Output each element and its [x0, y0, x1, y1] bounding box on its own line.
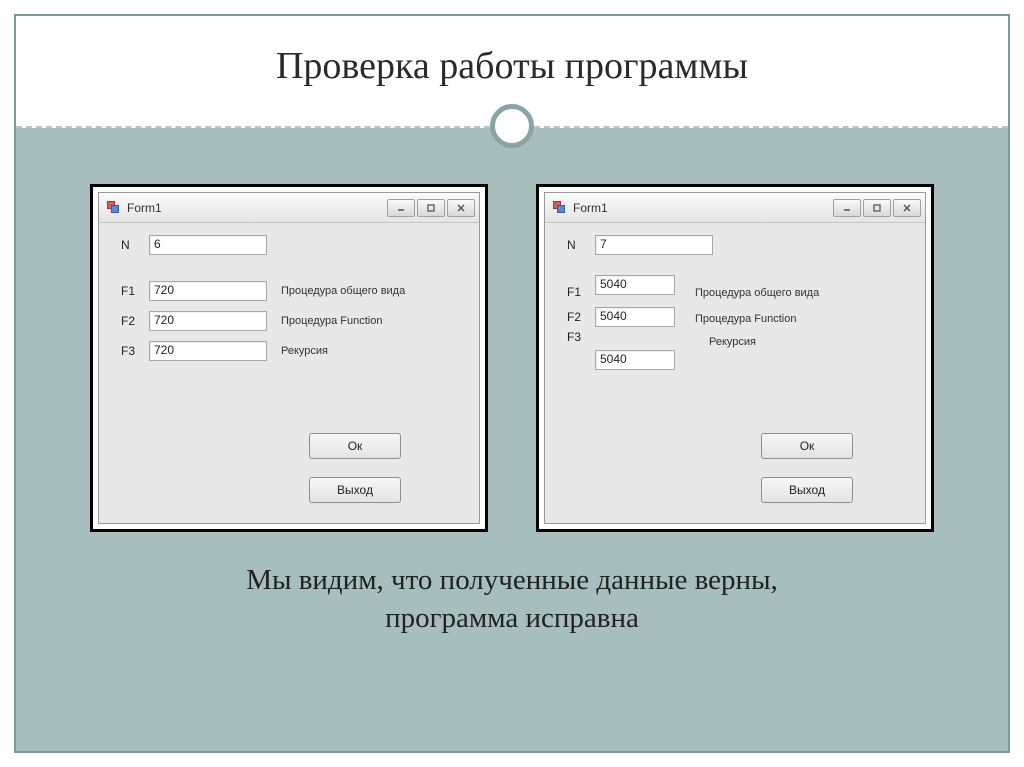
- titlebar: Form1: [545, 193, 925, 223]
- maximize-button[interactable]: [863, 199, 891, 217]
- input-f3[interactable]: 720: [149, 341, 267, 361]
- desc-f3: Рекурсия: [709, 333, 756, 348]
- close-button[interactable]: [447, 199, 475, 217]
- desc-f1: Процедура общего вида: [695, 284, 819, 299]
- label-f2: F2: [121, 314, 149, 328]
- ok-button[interactable]: Ок: [309, 433, 401, 459]
- window-form-b: Form1 N: [536, 184, 934, 532]
- input-n[interactable]: 7: [595, 235, 713, 255]
- window-title: Form1: [127, 201, 387, 215]
- maximize-button[interactable]: [417, 199, 445, 217]
- label-f3: F3: [121, 344, 149, 358]
- app-icon: [551, 200, 567, 216]
- ok-button[interactable]: Ок: [761, 433, 853, 459]
- desc-f3: Рекурсия: [281, 345, 328, 357]
- input-f2[interactable]: 5040: [595, 307, 675, 327]
- input-n[interactable]: 6: [149, 235, 267, 255]
- caption-line2: программа исправна: [56, 600, 968, 638]
- desc-f2: Процедура Function: [695, 310, 796, 325]
- forms-row: Form1 N: [16, 128, 1008, 552]
- window-title: Form1: [573, 201, 833, 215]
- close-button[interactable]: [893, 199, 921, 217]
- input-f1[interactable]: 720: [149, 281, 267, 301]
- label-f3: F3: [567, 330, 595, 344]
- label-n: N: [567, 238, 595, 252]
- client-area: N 6 F1 720 Процедура общего вида F2 720 …: [99, 223, 479, 523]
- input-f3[interactable]: 5040: [595, 350, 675, 370]
- minimize-button[interactable]: [833, 199, 861, 217]
- slide-container: Проверка работы программы Form1: [14, 14, 1010, 753]
- window-form-a: Form1 N: [90, 184, 488, 532]
- exit-button[interactable]: Выход: [309, 477, 401, 503]
- exit-button[interactable]: Выход: [761, 477, 853, 503]
- desc-f2: Процедура Function: [281, 315, 382, 327]
- label-n: N: [121, 238, 149, 252]
- label-f2: F2: [567, 310, 595, 324]
- slide-title: Проверка работы программы: [16, 44, 1008, 88]
- desc-f1: Процедура общего вида: [281, 285, 405, 297]
- input-f2[interactable]: 720: [149, 311, 267, 331]
- minimize-button[interactable]: [387, 199, 415, 217]
- slide-caption: Мы видим, что полученные данные верны, п…: [16, 552, 1008, 637]
- decor-circle: [490, 104, 534, 148]
- input-f1[interactable]: 5040: [595, 275, 675, 295]
- caption-line1: Мы видим, что полученные данные верны,: [56, 562, 968, 600]
- titlebar: Form1: [99, 193, 479, 223]
- label-f1: F1: [567, 283, 595, 299]
- app-icon: [105, 200, 121, 216]
- label-f1: F1: [121, 284, 149, 298]
- client-area: N 7 F1 5040 Процедура общего вида F2 504…: [545, 223, 925, 523]
- slide-header: Проверка работы программы: [16, 16, 1008, 128]
